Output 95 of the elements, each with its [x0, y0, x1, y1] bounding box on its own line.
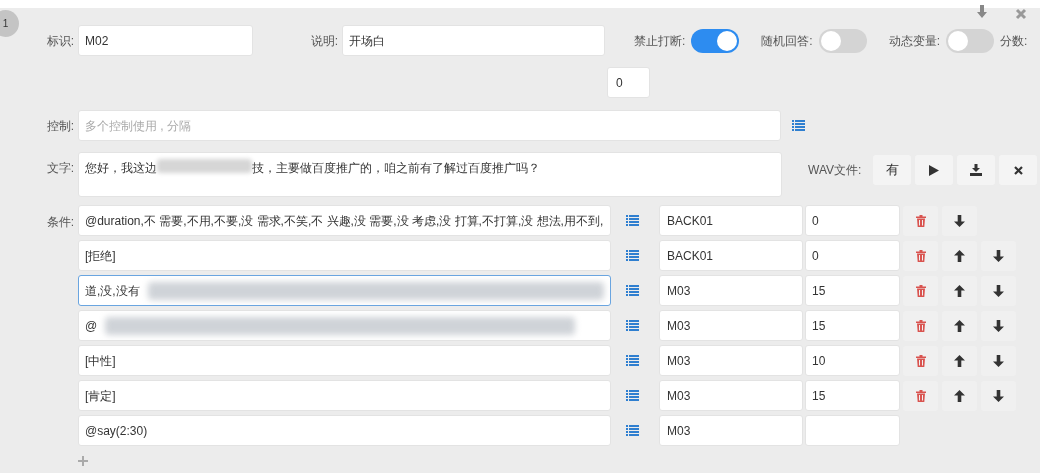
score-field[interactable]: 15	[805, 275, 900, 306]
move-up-button[interactable]	[942, 310, 977, 341]
trash-icon	[915, 214, 926, 227]
list-icon[interactable]	[626, 285, 639, 296]
arrow-up-icon	[954, 319, 965, 332]
move-down-button[interactable]	[981, 275, 1016, 306]
condition-text: @	[85, 317, 98, 335]
score-field[interactable]: 0	[607, 67, 650, 98]
arrow-down-icon	[993, 284, 1004, 297]
text-area[interactable]: 您好，我这边 技，主要做百度推广的，咱之前有了解过百度推广吗？	[78, 152, 782, 197]
target-field[interactable]: M03	[659, 275, 803, 306]
toggle-switch[interactable]	[946, 28, 995, 53]
toggle-switch[interactable]	[691, 28, 740, 53]
list-icon[interactable]	[626, 320, 639, 331]
score-field[interactable]: 0	[805, 240, 900, 271]
condition-text: [肯定]	[85, 387, 116, 405]
script-text: 您好，我这边	[85, 160, 157, 177]
arrow-up-icon	[954, 389, 965, 402]
condition-field[interactable]: @say(2:30)	[78, 415, 611, 446]
field-label: WAV文件:	[808, 163, 862, 177]
arrow-up-icon	[954, 284, 965, 297]
arrow-down-icon	[993, 319, 1004, 332]
trash-icon	[915, 389, 926, 402]
description-field[interactable]: 开场白	[342, 25, 605, 56]
score-field[interactable]: 15	[805, 380, 900, 411]
arrow-up-icon	[954, 249, 965, 262]
download-button[interactable]	[957, 155, 996, 185]
toggle-switch[interactable]	[818, 28, 867, 53]
target-field[interactable]: M03	[659, 380, 803, 411]
move-up-button[interactable]	[942, 275, 977, 306]
close-icon	[1013, 165, 1023, 175]
condition-text: @duration,不 需要,不用,不要,没 需求,不笑,不 兴趣,没 需要,没 考虑,没 打算,不打算,没 想法,用不到,	[85, 212, 604, 230]
list-icon[interactable]	[626, 355, 639, 366]
field-label: 条件:	[46, 214, 74, 231]
list-icon[interactable]	[626, 215, 639, 226]
move-up-button[interactable]	[942, 380, 977, 411]
move-down-button[interactable]	[942, 205, 977, 236]
field-label: 控制:	[46, 117, 74, 135]
condition-text: [拒绝]	[85, 247, 116, 265]
condition-text: @say(2:30)	[85, 422, 148, 440]
trash-icon	[915, 319, 926, 332]
arrow-down-icon	[993, 389, 1004, 402]
field-label: 分数:	[1000, 33, 1028, 48]
target-field[interactable]: M03	[659, 310, 803, 341]
condition-field[interactable]: 道,没,没有	[78, 275, 611, 306]
list-icon[interactable]	[626, 390, 639, 401]
move-down-button[interactable]	[981, 345, 1016, 376]
condition-field[interactable]: @	[78, 310, 611, 341]
list-icon[interactable]	[792, 120, 805, 131]
close-icon[interactable]	[1015, 8, 1027, 20]
arrow-down-icon	[993, 249, 1004, 262]
arrow-up-icon	[954, 354, 965, 367]
condition-field[interactable]: [中性]	[78, 345, 611, 376]
score-field[interactable]: 0	[805, 205, 900, 236]
score-field[interactable]: 10	[805, 345, 900, 376]
move-up-button[interactable]	[942, 240, 977, 271]
move-down-button[interactable]	[981, 380, 1016, 411]
script-text: 技，主要做百度推广的，咱之前有了解过百度推广吗？	[252, 160, 540, 177]
step-number: 1	[0, 10, 19, 37]
add-icon[interactable]	[78, 456, 88, 466]
trash-icon	[915, 354, 926, 367]
move-down-button[interactable]	[981, 240, 1016, 271]
condition-field[interactable]: [肯定]	[78, 380, 611, 411]
delete-button[interactable]	[999, 155, 1038, 185]
condition-text: 道,没,没有	[85, 282, 140, 300]
target-field[interactable]: M03	[659, 415, 803, 446]
field-label: 随机回答:	[761, 32, 813, 50]
field-label: 动态变量:	[888, 32, 941, 50]
download-icon	[970, 164, 983, 176]
condition-text: [中性]	[85, 352, 116, 370]
field-label: 禁止打断:	[634, 32, 686, 50]
field-label: 标识:	[46, 32, 74, 50]
target-field[interactable]: BACK01	[659, 240, 803, 271]
control-field[interactable]: 多个控制使用 , 分隔	[78, 110, 781, 141]
play-icon	[929, 164, 940, 176]
condition-field[interactable]: @duration,不 需要,不用,不要,没 需求,不笑,不 兴趣,没 需要,没 考虑,没 打算,不打算,没 想法,用不到,	[78, 205, 611, 236]
score-field[interactable]	[805, 415, 900, 446]
play-button[interactable]	[915, 155, 954, 185]
target-field[interactable]: BACK01	[659, 205, 803, 236]
download-icon[interactable]	[974, 4, 990, 20]
status-button[interactable]: 有	[873, 155, 912, 185]
target-field[interactable]: M03	[659, 345, 803, 376]
trash-icon	[915, 284, 926, 297]
condition-field[interactable]: [拒绝]	[78, 240, 611, 271]
score-field[interactable]: 15	[805, 310, 900, 341]
arrow-down-icon	[993, 354, 1004, 367]
trash-icon	[915, 249, 926, 262]
list-icon[interactable]	[626, 425, 639, 436]
move-down-button[interactable]	[981, 310, 1016, 341]
arrow-down-icon	[954, 214, 965, 227]
move-up-button[interactable]	[942, 345, 977, 376]
id-field[interactable]: M02	[78, 25, 253, 56]
field-label: 文字:	[46, 160, 74, 177]
list-icon[interactable]	[626, 250, 639, 261]
field-label: 说明:	[310, 32, 338, 50]
